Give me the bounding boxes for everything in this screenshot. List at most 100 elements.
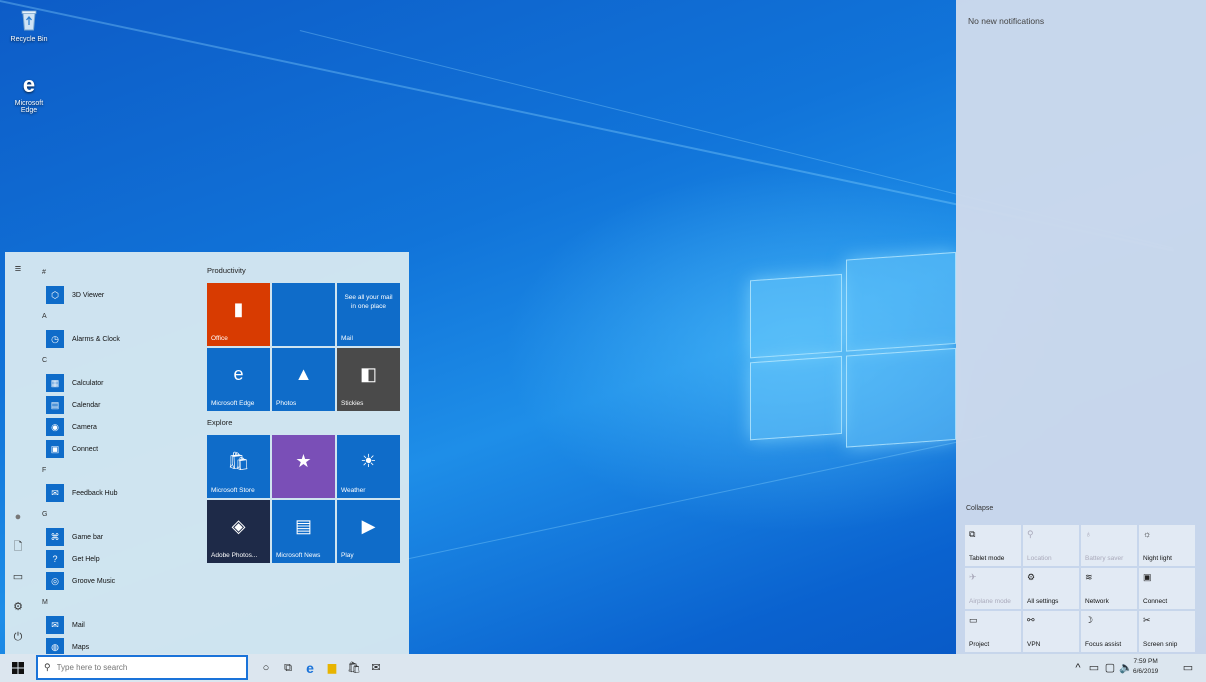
app-list-item[interactable]: ✉ Mail: [38, 614, 198, 636]
hamburger-menu-icon[interactable]: ≡: [10, 262, 26, 276]
cortana-icon[interactable]: ○: [258, 660, 274, 676]
app-list-letter-header[interactable]: F: [38, 460, 198, 482]
app-icon: ◎: [46, 572, 64, 590]
app-list-item[interactable]: ◉ Camera: [38, 416, 198, 438]
desktop-icon-label: Microsoft Edge: [14, 100, 44, 114]
settings-gear-icon[interactable]: ⚙: [10, 600, 26, 614]
start-tile[interactable]: ▤ Microsoft News: [272, 500, 335, 563]
search-input[interactable]: [56, 663, 227, 672]
tile-icon: ★: [295, 451, 312, 471]
quick-action-button[interactable]: ⚯ VPN: [1023, 611, 1079, 652]
start-tile[interactable]: ▮ Office: [207, 283, 270, 346]
quick-action-icon: ▭: [969, 615, 978, 625]
quick-action-button[interactable]: ⚙ All settings: [1023, 568, 1079, 609]
quick-action-button[interactable]: ☽ Focus assist: [1081, 611, 1137, 652]
mail-icon[interactable]: ✉: [368, 660, 384, 676]
quick-action-icon: ⚙: [1027, 572, 1036, 582]
app-list-letter-header[interactable]: A: [38, 306, 198, 328]
app-list-item-label: Camera: [72, 423, 97, 431]
windows-logo-wallpaper: [750, 238, 960, 448]
start-tile[interactable]: ☀ Weather: [337, 435, 400, 498]
start-tile[interactable]: ✉See all your mail in one placeMail: [337, 283, 400, 346]
start-rail: ≡ ● 🗋 ▭ ⚙ ⏻: [5, 252, 31, 654]
app-list-item-label: Get Help: [72, 555, 100, 563]
start-tile[interactable]: ▶ Play: [337, 500, 400, 563]
quick-action-label: Battery saver: [1085, 555, 1124, 562]
app-icon: ?: [46, 550, 64, 568]
app-icon: ▣: [46, 440, 64, 458]
quick-action-label: Connect: [1143, 598, 1168, 605]
system-tray: ^ ▭ ▢ 🔈: [1070, 654, 1134, 682]
app-list-item[interactable]: ⬡ 3D Viewer: [38, 284, 198, 306]
app-icon: ▦: [46, 374, 64, 392]
app-list-item[interactable]: ▤ Calendar: [38, 394, 198, 416]
quick-action-icon: ⚲: [1027, 529, 1034, 539]
app-list-letter-header[interactable]: #: [38, 262, 198, 284]
start-button[interactable]: [10, 660, 26, 676]
quick-action-button[interactable]: ♁ Battery saver: [1081, 525, 1137, 566]
search-box[interactable]: ⚲: [36, 655, 248, 680]
notifications-icon[interactable]: ▭: [1180, 660, 1196, 676]
pictures-icon[interactable]: ▭: [10, 570, 26, 584]
app-list-letter-header[interactable]: M: [38, 592, 198, 614]
app-list-item[interactable]: ⌘ Game bar: [38, 526, 198, 548]
desktop-icon-recycle-bin[interactable]: Recycle Bin: [6, 8, 52, 43]
edge-icon[interactable]: e: [302, 660, 318, 676]
tile-icon: ▤: [294, 516, 312, 536]
file-explorer-icon[interactable]: ▆: [324, 660, 340, 676]
app-list-item[interactable]: ▦ Calculator: [38, 372, 198, 394]
clock[interactable]: 7:59 PM 6/6/2019: [1133, 657, 1158, 677]
quick-action-button[interactable]: ✈ Airplane mode: [965, 568, 1021, 609]
collapse-link[interactable]: Collapse: [966, 505, 993, 512]
start-tile[interactable]: ★: [272, 435, 335, 498]
power-icon[interactable]: ⏻: [10, 630, 26, 644]
tile-label: Microsoft Edge: [211, 400, 255, 407]
tile-icon: 🛍: [227, 451, 250, 471]
start-tile[interactable]: 🛍 Microsoft Store: [207, 435, 270, 498]
tile-icon: ◧: [359, 364, 377, 384]
app-list-item[interactable]: ◎ Groove Music: [38, 570, 198, 592]
light-beam: [400, 435, 988, 561]
start-tile[interactable]: [272, 283, 335, 346]
desktop-icon-edge[interactable]: e Microsoft Edge: [6, 72, 52, 114]
app-list-item[interactable]: ? Get Help: [38, 548, 198, 570]
quick-action-button[interactable]: ✂ Screen snip: [1139, 611, 1195, 652]
start-tile[interactable]: ◈ Adobe Photos...: [207, 500, 270, 563]
app-list: # ⬡ 3D Viewer A ◷ Alarms & Clock C ▦ Calculator ▤…: [38, 262, 198, 658]
app-icon: ⬡: [46, 286, 64, 304]
quick-action-button[interactable]: ▣ Connect: [1139, 568, 1195, 609]
store-icon[interactable]: 🛍: [346, 660, 362, 676]
tile-label: Weather: [341, 487, 366, 494]
task-view-icon[interactable]: ⧉: [280, 660, 296, 676]
logo-pane: [846, 347, 956, 448]
network-icon[interactable]: ▭: [1086, 660, 1102, 676]
start-tile[interactable]: ◧ Stickies: [337, 348, 400, 411]
svg-text:e: e: [23, 72, 35, 96]
app-list-item[interactable]: ▣ Connect: [38, 438, 198, 460]
quick-action-icon: ☼: [1143, 529, 1152, 539]
app-list-item-label: 3D Viewer: [72, 291, 105, 299]
show-hidden-icons-chevron-icon[interactable]: ^: [1070, 660, 1086, 676]
start-tile[interactable]: ▲ Photos: [272, 348, 335, 411]
app-list-item-label: Mail: [72, 621, 85, 629]
start-menu: ≡ ● 🗋 ▭ ⚙ ⏻ # ⬡ 3D Viewer A ◷ Alarms & Clock C…: [5, 252, 409, 656]
quick-action-button[interactable]: ⧉ Tablet mode: [965, 525, 1021, 566]
app-list-letter-header[interactable]: C: [38, 350, 198, 372]
taskbar: ⚲ ○ ⧉ e ▆ 🛍 ✉ ^ ▭ ▢ 🔈 7:59 PM 6/6/2019 ▭: [0, 654, 1206, 682]
app-list-item-label: Calculator: [72, 379, 104, 387]
app-list-letter-header[interactable]: G: [38, 504, 198, 526]
volume-icon[interactable]: 🔈: [1118, 660, 1134, 676]
quick-action-button[interactable]: ⚲ Location: [1023, 525, 1079, 566]
quick-action-button[interactable]: ▭ Project: [965, 611, 1021, 652]
start-tile[interactable]: e Microsoft Edge: [207, 348, 270, 411]
quick-action-label: Location: [1027, 555, 1052, 562]
documents-icon[interactable]: 🗋: [10, 540, 26, 554]
quick-action-button[interactable]: ≋ Network: [1081, 568, 1137, 609]
app-list-item[interactable]: ✉ Feedback Hub: [38, 482, 198, 504]
quick-action-label: Project: [969, 641, 990, 648]
display-icon[interactable]: ▢: [1102, 660, 1118, 676]
user-avatar-icon[interactable]: ●: [10, 510, 26, 524]
action-center: No new notifications Collapse ⧉ Tablet mo…: [956, 0, 1206, 654]
app-list-item[interactable]: ◷ Alarms & Clock: [38, 328, 198, 350]
quick-action-button[interactable]: ☼ Night light: [1139, 525, 1195, 566]
